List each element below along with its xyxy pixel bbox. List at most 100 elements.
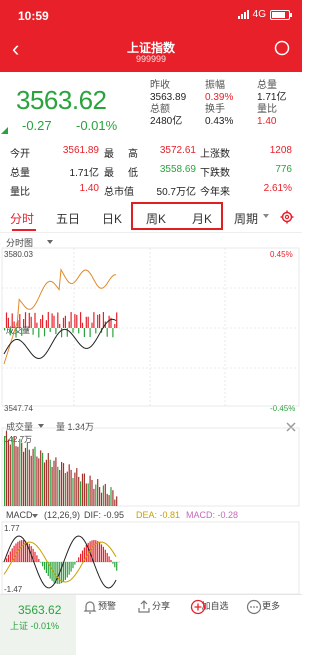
volume-bar bbox=[68, 464, 70, 506]
header-bar: ‹ 上证指数 999999 bbox=[0, 30, 302, 72]
macd-bar bbox=[104, 549, 106, 562]
low-value: 3558.69 bbox=[159, 164, 196, 175]
tab-wuri[interactable]: 五日 bbox=[56, 210, 80, 227]
quote-col-3: 总量 1.71亿 量比 1.40 bbox=[257, 80, 286, 128]
alert-button[interactable]: 预警 bbox=[82, 599, 132, 614]
quote-col-2: 振幅 0.39% 换手 0.43% bbox=[205, 80, 233, 128]
timeshare-bar bbox=[53, 315, 55, 328]
high-label-a: 最 bbox=[104, 149, 114, 160]
timeshare-bar bbox=[57, 312, 59, 328]
volume-bar bbox=[40, 450, 42, 506]
timeshare-bar bbox=[112, 328, 114, 338]
turnover-value: 2480亿 bbox=[150, 116, 183, 127]
price-change-pct: -0.01% bbox=[76, 118, 118, 133]
volume-bar bbox=[53, 460, 55, 506]
low-label-a: 最 bbox=[104, 168, 114, 179]
macd-bar bbox=[97, 541, 99, 562]
status-bar: 10:59 4G bbox=[0, 0, 302, 30]
volume-bar bbox=[95, 484, 97, 506]
timeshare-bar bbox=[64, 315, 66, 328]
timeshare-bar bbox=[106, 328, 108, 337]
timeshare-bar bbox=[24, 312, 27, 328]
volume-bar bbox=[57, 466, 59, 506]
volume-bar bbox=[70, 469, 72, 506]
add-watchlist-button[interactable]: 加自选 bbox=[190, 599, 240, 615]
bottom-bar: 3563.62 上证 -0.01% 预警 分享 加自选 更多 bbox=[0, 594, 302, 655]
macd-bar bbox=[9, 551, 11, 562]
tab-zhouqi[interactable]: 周期 bbox=[234, 210, 258, 227]
timeshare-bars bbox=[4, 312, 118, 338]
quote-panel: 3563.62 -0.27 -0.01% 昨收 3563.89 总额 2480亿… bbox=[0, 72, 302, 142]
total-volume-value: 1.71亿 bbox=[69, 168, 99, 179]
macd-bar bbox=[72, 562, 74, 569]
volume-bar bbox=[83, 473, 85, 506]
macd-bar bbox=[13, 545, 15, 562]
volume-bar bbox=[89, 475, 91, 506]
bottom-sub: 上证 -0.01% bbox=[10, 621, 60, 631]
volume-bar bbox=[116, 496, 118, 506]
timeshare-bar bbox=[45, 320, 47, 328]
timeshare-bar bbox=[85, 316, 87, 328]
macd-bar bbox=[5, 558, 8, 562]
current-price: 3563.62 bbox=[16, 85, 107, 115]
macd-bar bbox=[100, 544, 103, 562]
volume-bar bbox=[5, 431, 8, 506]
macd-bar bbox=[38, 558, 40, 562]
volume-bar bbox=[23, 451, 25, 506]
timeshare-bar bbox=[99, 314, 101, 328]
timeshare-bar bbox=[49, 328, 51, 332]
stats-row-2: 总量 1.71亿 最 低 3558.69 下跌数 776 bbox=[0, 161, 302, 179]
tab-fenshi[interactable]: 分时 bbox=[10, 210, 34, 227]
timeshare-bar bbox=[15, 328, 17, 338]
timeshare-bar bbox=[23, 318, 25, 328]
macd-bar bbox=[116, 562, 118, 571]
volume-bar bbox=[43, 462, 46, 506]
macd-bar bbox=[85, 544, 87, 562]
timeshare-bar bbox=[68, 321, 70, 328]
volume-bar bbox=[19, 438, 21, 506]
share-button[interactable]: 分享 bbox=[136, 599, 186, 613]
macd-bar bbox=[70, 562, 72, 572]
timeshare-bar bbox=[91, 322, 93, 328]
more-label: 更多 bbox=[261, 601, 280, 611]
volume-bar bbox=[13, 436, 15, 506]
volume-bar bbox=[112, 490, 114, 506]
alert-label: 预警 bbox=[97, 601, 116, 611]
volume-bar bbox=[26, 442, 28, 506]
gear-icon[interactable] bbox=[280, 210, 294, 224]
tab-rik[interactable]: 日K bbox=[102, 210, 122, 227]
volume-bar bbox=[17, 446, 19, 506]
volume-bar bbox=[87, 483, 89, 506]
macd-bar bbox=[34, 551, 36, 562]
volume-bar bbox=[11, 437, 13, 506]
bottom-quote[interactable]: 3563.62 上证 -0.01% bbox=[0, 595, 76, 655]
volume-bar bbox=[24, 447, 27, 506]
volume-bar bbox=[93, 488, 95, 506]
timeshare-bar bbox=[59, 323, 61, 328]
timeshare-bar bbox=[32, 328, 34, 335]
volume-bar bbox=[30, 455, 32, 506]
volume-bar bbox=[108, 495, 110, 506]
timeshare-bar bbox=[74, 314, 76, 328]
timeshare-bar bbox=[76, 314, 78, 328]
macd-bar bbox=[102, 546, 104, 562]
volume-bar bbox=[15, 446, 17, 506]
volume-bar bbox=[55, 457, 57, 506]
macd-bar bbox=[64, 562, 66, 580]
macd-bar bbox=[114, 562, 116, 568]
macd-bar bbox=[112, 562, 114, 564]
volume-bar bbox=[45, 459, 47, 506]
timeshare-bar bbox=[81, 322, 84, 328]
macd-bar bbox=[78, 557, 80, 562]
volume-bar bbox=[99, 487, 101, 506]
macd-bar bbox=[57, 562, 59, 584]
more-button[interactable]: 更多 bbox=[246, 599, 296, 615]
volume-bar bbox=[64, 473, 66, 506]
search-icon[interactable] bbox=[274, 40, 290, 56]
macd-bar bbox=[43, 562, 46, 570]
amplitude-label: 振幅 bbox=[205, 80, 225, 91]
open-value: 3561.89 bbox=[62, 145, 99, 156]
stats-panel: 今开 3561.89 最 高 3572.61 上涨数 1208 总量 1.71亿… bbox=[0, 142, 302, 202]
down-count-value: 776 bbox=[275, 164, 292, 175]
timeshare-bar bbox=[72, 328, 74, 333]
